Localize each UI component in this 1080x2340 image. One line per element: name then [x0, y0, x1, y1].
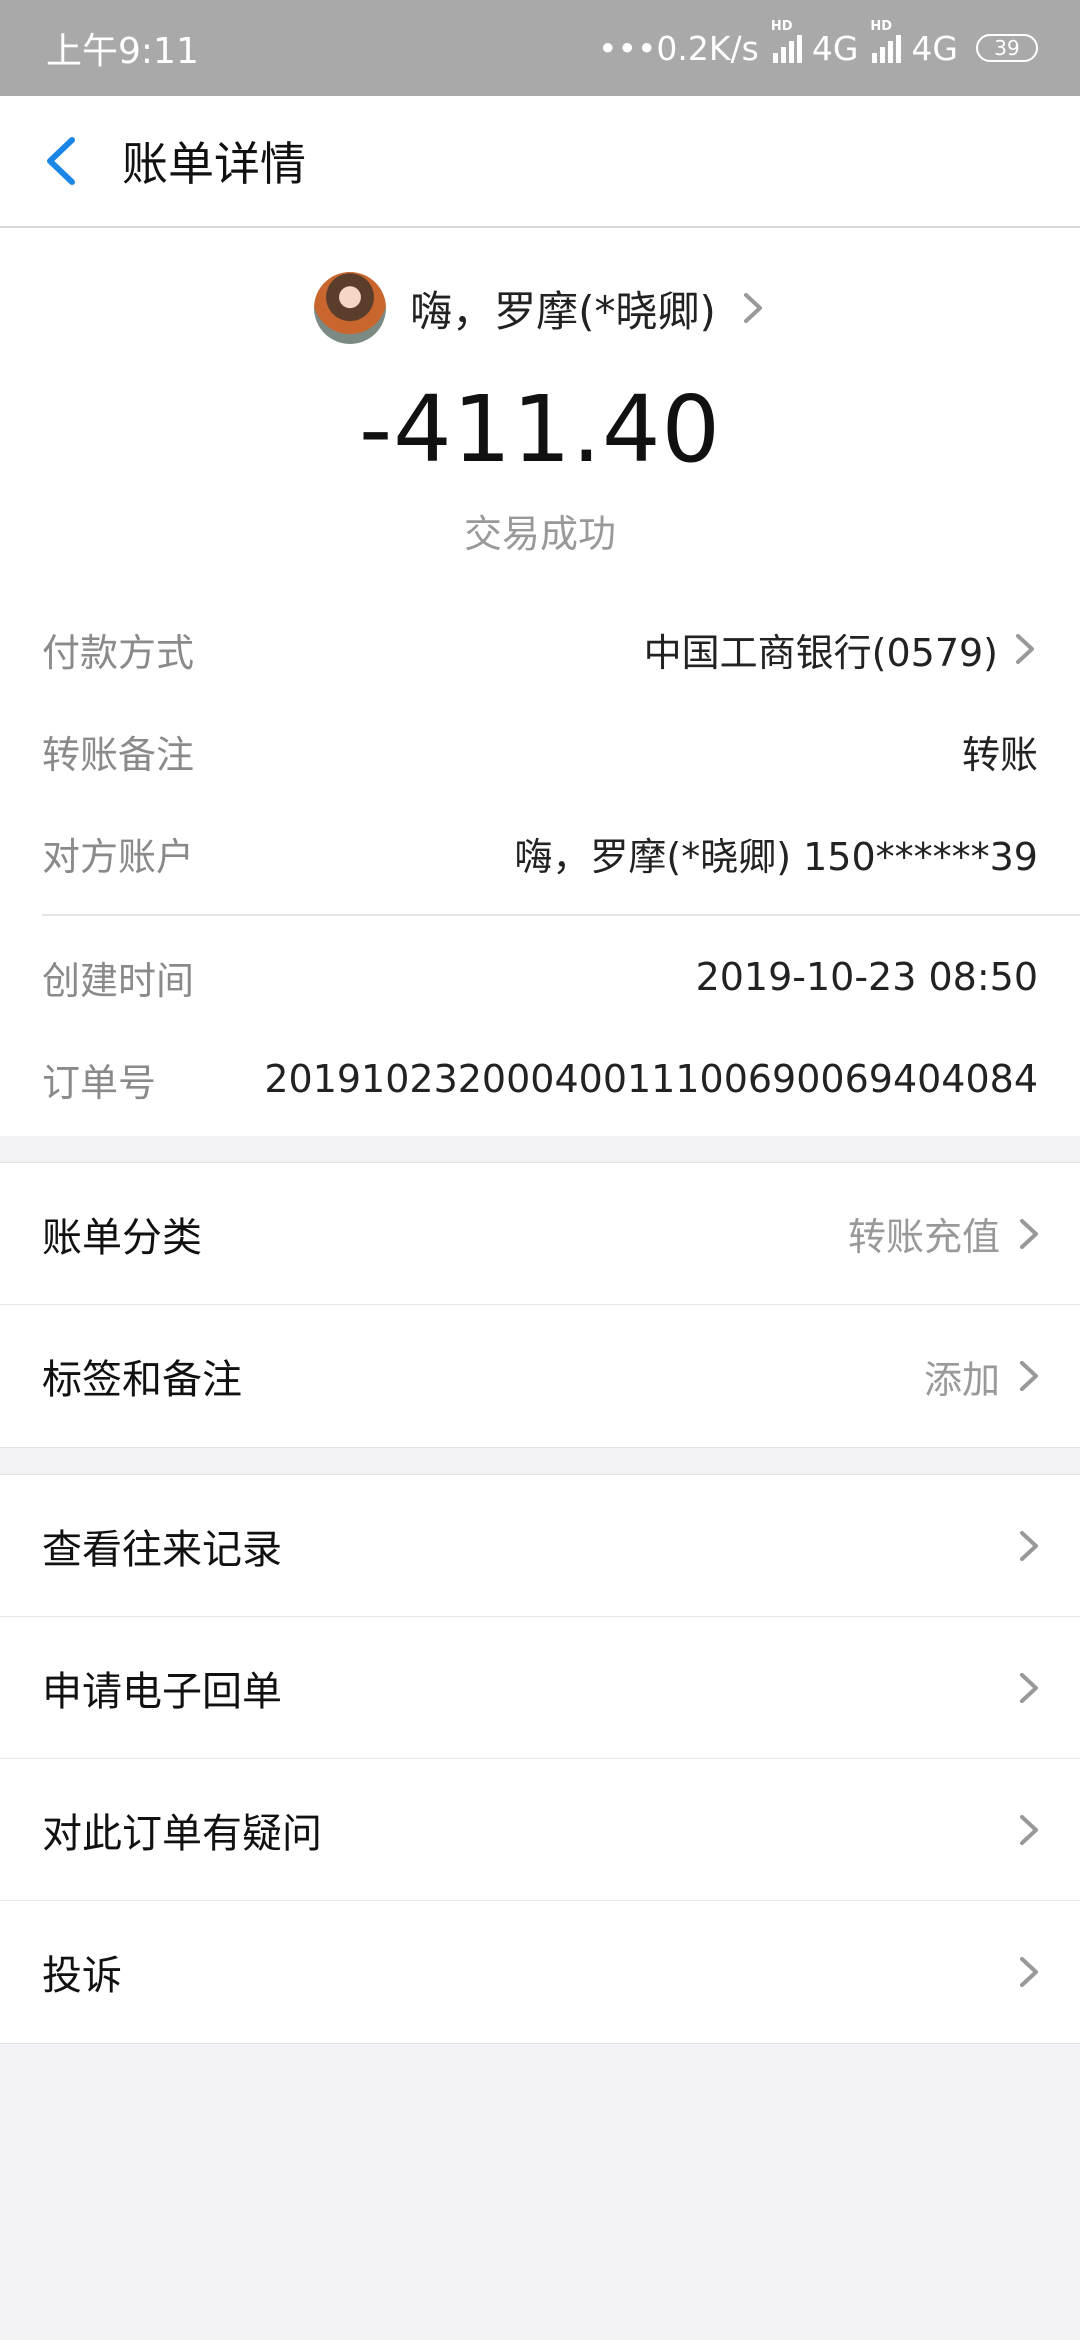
page-title: 账单详情: [122, 137, 306, 191]
tags-notes-label: 标签和备注: [42, 1357, 242, 1403]
order-number-value: 20191023200040011100690069404084: [264, 1057, 1038, 1101]
transfer-note-value: 转账: [961, 732, 1038, 777]
payment-method-row[interactable]: 付款方式 中国工商银行(0579): [0, 598, 1080, 700]
created-time-row: 创建时间 2019-10-23 08:50: [0, 926, 1080, 1028]
e-receipt-row[interactable]: 申请电子回单: [0, 1617, 1080, 1759]
tags-notes-row[interactable]: 标签和备注 添加: [0, 1305, 1080, 1447]
chevron-right-icon: [1020, 1530, 1038, 1561]
chevron-right-icon: [1016, 634, 1034, 664]
bill-category-value: 转账充值: [847, 1215, 1000, 1259]
signal-icon: HD: [771, 19, 802, 63]
status-time: 上午9:11: [46, 31, 199, 72]
chevron-right-icon: [1020, 1218, 1038, 1249]
amount: -411.40: [358, 376, 722, 483]
back-button[interactable]: [0, 95, 120, 227]
back-arrow-icon: [47, 137, 75, 185]
view-history-label: 查看往来记录: [42, 1526, 282, 1573]
bill-category-label: 账单分类: [42, 1214, 202, 1261]
bill-detail-card: 嗨，罗摩(*晓卿) -411.40 交易成功 付款方式 中国工商银行(0579)…: [0, 228, 1080, 1136]
payee-link[interactable]: 嗨，罗摩(*晓卿): [0, 228, 1080, 348]
transaction-status: 交易成功: [463, 512, 616, 556]
transfer-note-row: 转账备注 转账: [0, 700, 1080, 802]
counterparty-row: 对方账户 嗨，罗摩(*晓卿) 150******39: [0, 802, 1080, 904]
chevron-right-icon: [1020, 1361, 1038, 1391]
category-group: 账单分类 转账充值 标签和备注 添加: [0, 1162, 1080, 1448]
network-type-1: 4G: [811, 28, 859, 68]
avatar: [314, 272, 387, 344]
status-bar: 上午9:11 •••0.2K/s HD 4G HD 4G 39: [0, 0, 1080, 96]
created-time-value: 2019-10-23 08:50: [695, 955, 1038, 999]
counterparty-value: 嗨，罗摩(*晓卿) 150******39: [514, 834, 1038, 879]
network-type-2: 4G: [911, 28, 958, 68]
complaint-label: 投诉: [42, 1953, 122, 1999]
nav-bar: 账单详情: [0, 96, 1080, 228]
chevron-right-icon: [1020, 1672, 1038, 1703]
battery-icon: 39: [976, 34, 1038, 62]
complaint-row[interactable]: 投诉: [0, 1901, 1080, 2043]
order-number-row: 订单号 20191023200040011100690069404084: [0, 1028, 1080, 1130]
signal-icon-2: HD: [870, 19, 902, 63]
status-indicators: •••0.2K/s HD 4G HD 4G 39: [598, 19, 1038, 68]
payment-method-label: 付款方式: [42, 630, 195, 675]
view-history-row[interactable]: 查看往来记录: [0, 1475, 1080, 1617]
e-receipt-label: 申请电子回单: [42, 1668, 282, 1715]
payment-method-value: 中国工商银行(0579): [643, 630, 998, 675]
order-question-row[interactable]: 对此订单有疑问: [0, 1759, 1080, 1901]
chevron-right-icon: [1020, 1814, 1038, 1845]
created-time-label: 创建时间: [42, 958, 195, 1003]
chevron-right-icon: [743, 293, 762, 323]
order-number-label: 订单号: [42, 1060, 157, 1105]
counterparty-label: 对方账户: [42, 834, 195, 879]
chevron-right-icon: [1020, 1957, 1038, 1987]
actions-group: 查看往来记录 申请电子回单 对此订单有疑问 投诉: [0, 1474, 1080, 2044]
bill-category-row[interactable]: 账单分类 转账充值: [0, 1163, 1080, 1305]
divider: [42, 914, 1080, 916]
payee-name: 嗨，罗摩(*晓卿): [410, 286, 716, 336]
net-speed: •••0.2K/s: [598, 28, 759, 68]
tags-notes-value: 添加: [923, 1357, 1000, 1402]
order-question-label: 对此订单有疑问: [42, 1810, 322, 1857]
transfer-note-label: 转账备注: [42, 732, 195, 777]
